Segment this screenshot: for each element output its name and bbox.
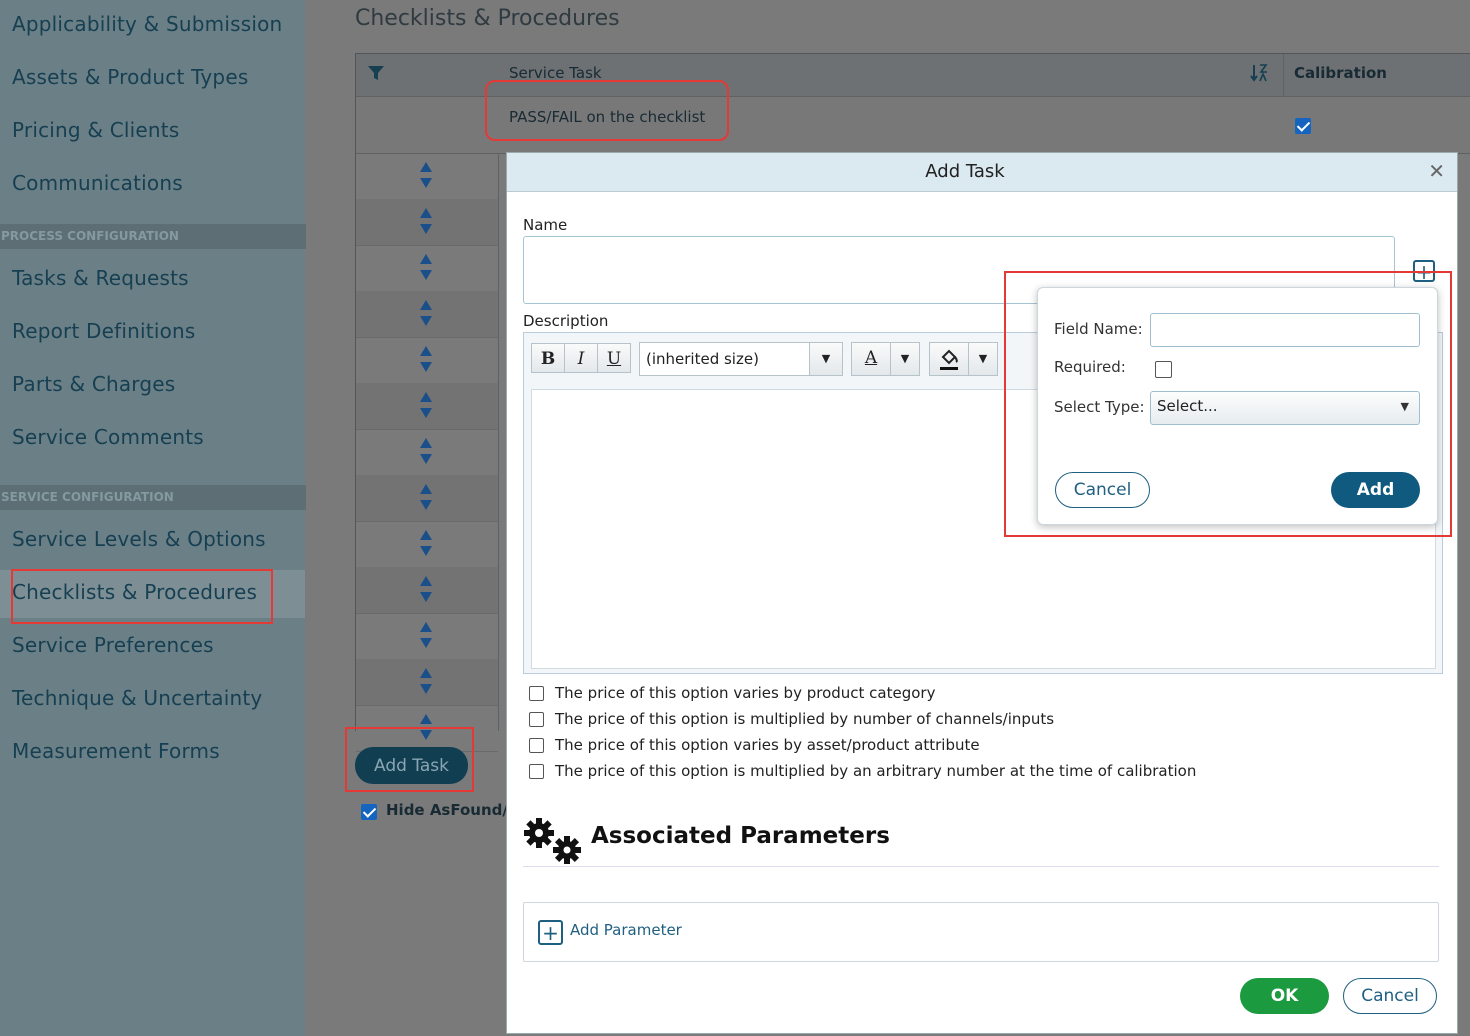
add-parameter-plus-icon[interactable]: +: [538, 920, 563, 945]
reorder-row: [356, 521, 498, 568]
chevron-down-icon[interactable]: ▼: [809, 342, 843, 376]
ok-button[interactable]: OK: [1240, 978, 1329, 1014]
description-label: Description: [523, 312, 609, 330]
name-label: Name: [523, 216, 568, 234]
cancel-button[interactable]: Cancel: [1343, 978, 1437, 1014]
reorder-arrows-icon[interactable]: [419, 437, 433, 469]
nav-communications[interactable]: Communications: [12, 171, 183, 195]
reorder-arrows-icon[interactable]: [419, 207, 433, 239]
reorder-row: [356, 429, 498, 476]
chevron-down-icon[interactable]: ▼: [890, 342, 920, 376]
highlight-box-row: [485, 80, 729, 141]
divider: [523, 866, 1439, 867]
option-label: The price of this option varies by produ…: [555, 684, 936, 702]
page-title: Checklists & Procedures: [355, 6, 620, 31]
add-parameter-link[interactable]: Add Parameter: [570, 921, 682, 939]
reorder-arrows-icon[interactable]: [419, 667, 433, 699]
reorder-arrows-icon[interactable]: [419, 253, 433, 285]
close-icon[interactable]: ✕: [1428, 159, 1445, 183]
option-checkbox[interactable]: [529, 738, 544, 753]
reorder-arrows-icon[interactable]: [419, 345, 433, 377]
reorder-arrows-icon[interactable]: [419, 299, 433, 331]
dialog-title: Add Task: [925, 161, 1005, 182]
reorder-row: [356, 383, 498, 430]
nav-technique-uncertainty[interactable]: Technique & Uncertainty: [12, 686, 262, 710]
reorder-row: [356, 613, 498, 660]
column-divider: [498, 153, 499, 731]
dialog-header: Add Task ✕: [507, 153, 1457, 192]
font-size-value: (inherited size): [646, 350, 759, 368]
chevron-down-icon[interactable]: ▼: [968, 342, 998, 376]
paint-bucket-icon[interactable]: [929, 342, 969, 376]
reorder-row: [356, 337, 498, 384]
nav-measurement-forms[interactable]: Measurement Forms: [12, 739, 220, 763]
option-label: The price of this option varies by asset…: [555, 736, 980, 754]
hide-asfound-label: Hide AsFound/A: [386, 801, 520, 819]
hide-asfound-checkbox[interactable]: [361, 804, 377, 820]
reorder-row: [356, 659, 498, 706]
option-label: The price of this option is multiplied b…: [555, 762, 1197, 780]
italic-button[interactable]: I: [564, 343, 598, 373]
nav-pricing-clients[interactable]: Pricing & Clients: [12, 118, 179, 142]
highlight-box-add-task: [345, 727, 474, 792]
nav-service-comments[interactable]: Service Comments: [12, 425, 204, 449]
nav-parts-charges[interactable]: Parts & Charges: [12, 372, 175, 396]
reorder-row: [356, 199, 498, 246]
reorder-row: [356, 291, 498, 338]
option-checkbox[interactable]: [529, 712, 544, 727]
reorder-row: [356, 245, 498, 292]
reorder-arrows-icon[interactable]: [419, 575, 433, 607]
option-label: The price of this option is multiplied b…: [555, 710, 1055, 728]
highlight-box-nav: [11, 569, 273, 624]
reorder-arrows-icon[interactable]: [419, 483, 433, 515]
option-checkbox[interactable]: [529, 764, 544, 779]
filter-icon[interactable]: [367, 65, 385, 85]
bold-button[interactable]: B: [531, 343, 565, 373]
reorder-arrows-icon[interactable]: [419, 161, 433, 193]
section-header-process: PROCESS CONFIGURATION: [0, 224, 306, 249]
reorder-arrows-icon[interactable]: [419, 529, 433, 561]
gears-icon: [523, 817, 587, 871]
nav-tasks-requests[interactable]: Tasks & Requests: [12, 266, 189, 290]
calibration-checkbox[interactable]: [1295, 118, 1311, 134]
option-checkbox[interactable]: [529, 686, 544, 701]
associated-parameters-title: Associated Parameters: [591, 823, 890, 849]
reorder-arrows-icon[interactable]: [419, 391, 433, 423]
reorder-row: [356, 567, 498, 614]
nav-service-levels-options[interactable]: Service Levels & Options: [12, 527, 266, 551]
nav-report-definitions[interactable]: Report Definitions: [12, 319, 196, 343]
reorder-row: [356, 153, 498, 200]
font-color-button[interactable]: A: [851, 342, 891, 376]
underline-button[interactable]: U: [597, 343, 631, 373]
reorder-row: [356, 475, 498, 522]
nav-assets-product-types[interactable]: Assets & Product Types: [12, 65, 248, 89]
sidebar: Applicability & Submission Assets & Prod…: [0, 0, 306, 1036]
nav-service-preferences[interactable]: Service Preferences: [12, 633, 214, 657]
parameters-panel: + Add Parameter: [523, 902, 1439, 962]
column-header-calibration[interactable]: Calibration: [1294, 64, 1387, 82]
reorder-arrows-icon[interactable]: [419, 621, 433, 653]
nav-applicability-submission[interactable]: Applicability & Submission: [12, 12, 282, 36]
sort-icon[interactable]: [1250, 63, 1270, 87]
highlight-box-popover: [1004, 271, 1452, 537]
section-header-service: SERVICE CONFIGURATION: [0, 485, 306, 510]
